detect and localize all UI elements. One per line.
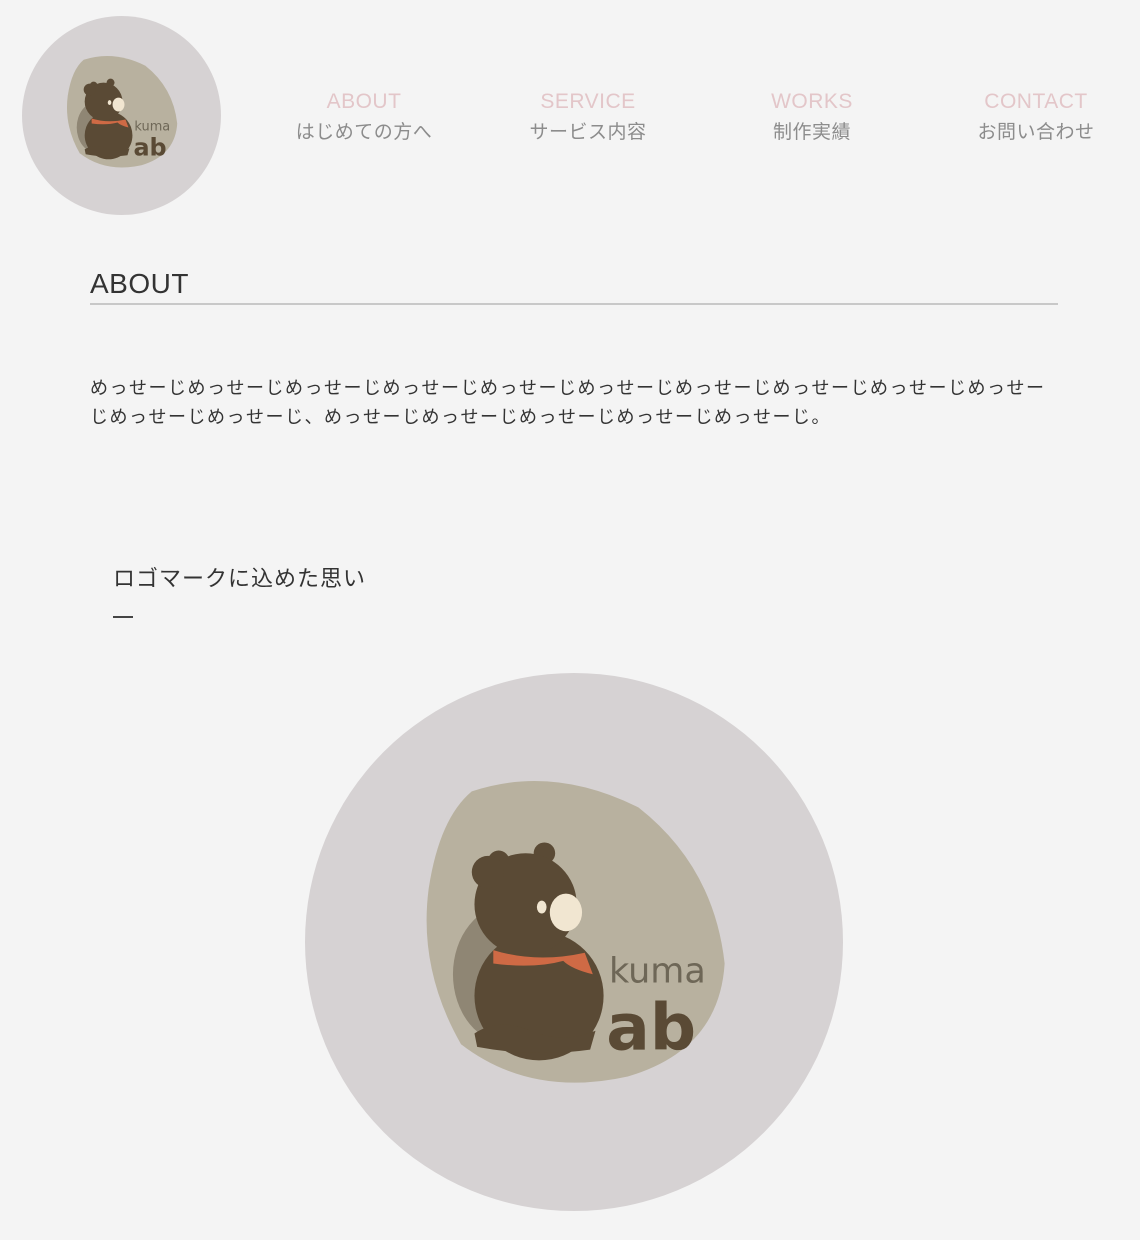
- nav-item-works-ja: 制作実績: [772, 121, 851, 143]
- nav-item-works[interactable]: WORKS 制作実績: [722, 88, 902, 146]
- nav-item-service-en: SERVICE: [540, 90, 636, 113]
- nav-item-works-en: WORKS: [771, 90, 853, 113]
- nav-item-about[interactable]: ABOUT はじめての方へ: [274, 88, 454, 146]
- logo-concept-title: ロゴマークに込めた思い: [113, 567, 367, 592]
- logo-large-text-bottom: ab: [606, 991, 696, 1066]
- nav-item-service-ja: サービス内容: [529, 121, 647, 143]
- section-divider: [90, 303, 1058, 305]
- nav-item-contact-en: CONTACT: [984, 90, 1088, 113]
- kuma-lab-bear-logo-icon: kuma ab: [66, 55, 178, 168]
- nav-item-contact-ja: お問い合わせ: [977, 121, 1095, 143]
- logo-text-bottom: ab: [133, 133, 166, 161]
- kuma-lab-bear-logo-large-icon: kuma ab: [426, 781, 725, 1083]
- about-message: めっせーじめっせーじめっせーじめっせーじめっせーじめっせーじめっせーじめっせーじ…: [90, 378, 1046, 428]
- logo-large-text-top: kuma: [609, 951, 706, 991]
- nav-item-about-en: ABOUT: [326, 90, 402, 113]
- title-underline-dash: [113, 616, 133, 618]
- feature-logo-circle: kuma ab: [305, 673, 843, 1211]
- logo-text-top: kuma: [134, 119, 170, 134]
- nav-item-service[interactable]: SERVICE サービス内容: [498, 88, 678, 146]
- nav-item-about-ja: はじめての方へ: [295, 121, 433, 143]
- nav-item-contact[interactable]: CONTACT お問い合わせ: [946, 88, 1126, 146]
- about-section-title: ABOUT: [90, 268, 189, 299]
- site-logo-link[interactable]: kuma ab: [22, 16, 221, 215]
